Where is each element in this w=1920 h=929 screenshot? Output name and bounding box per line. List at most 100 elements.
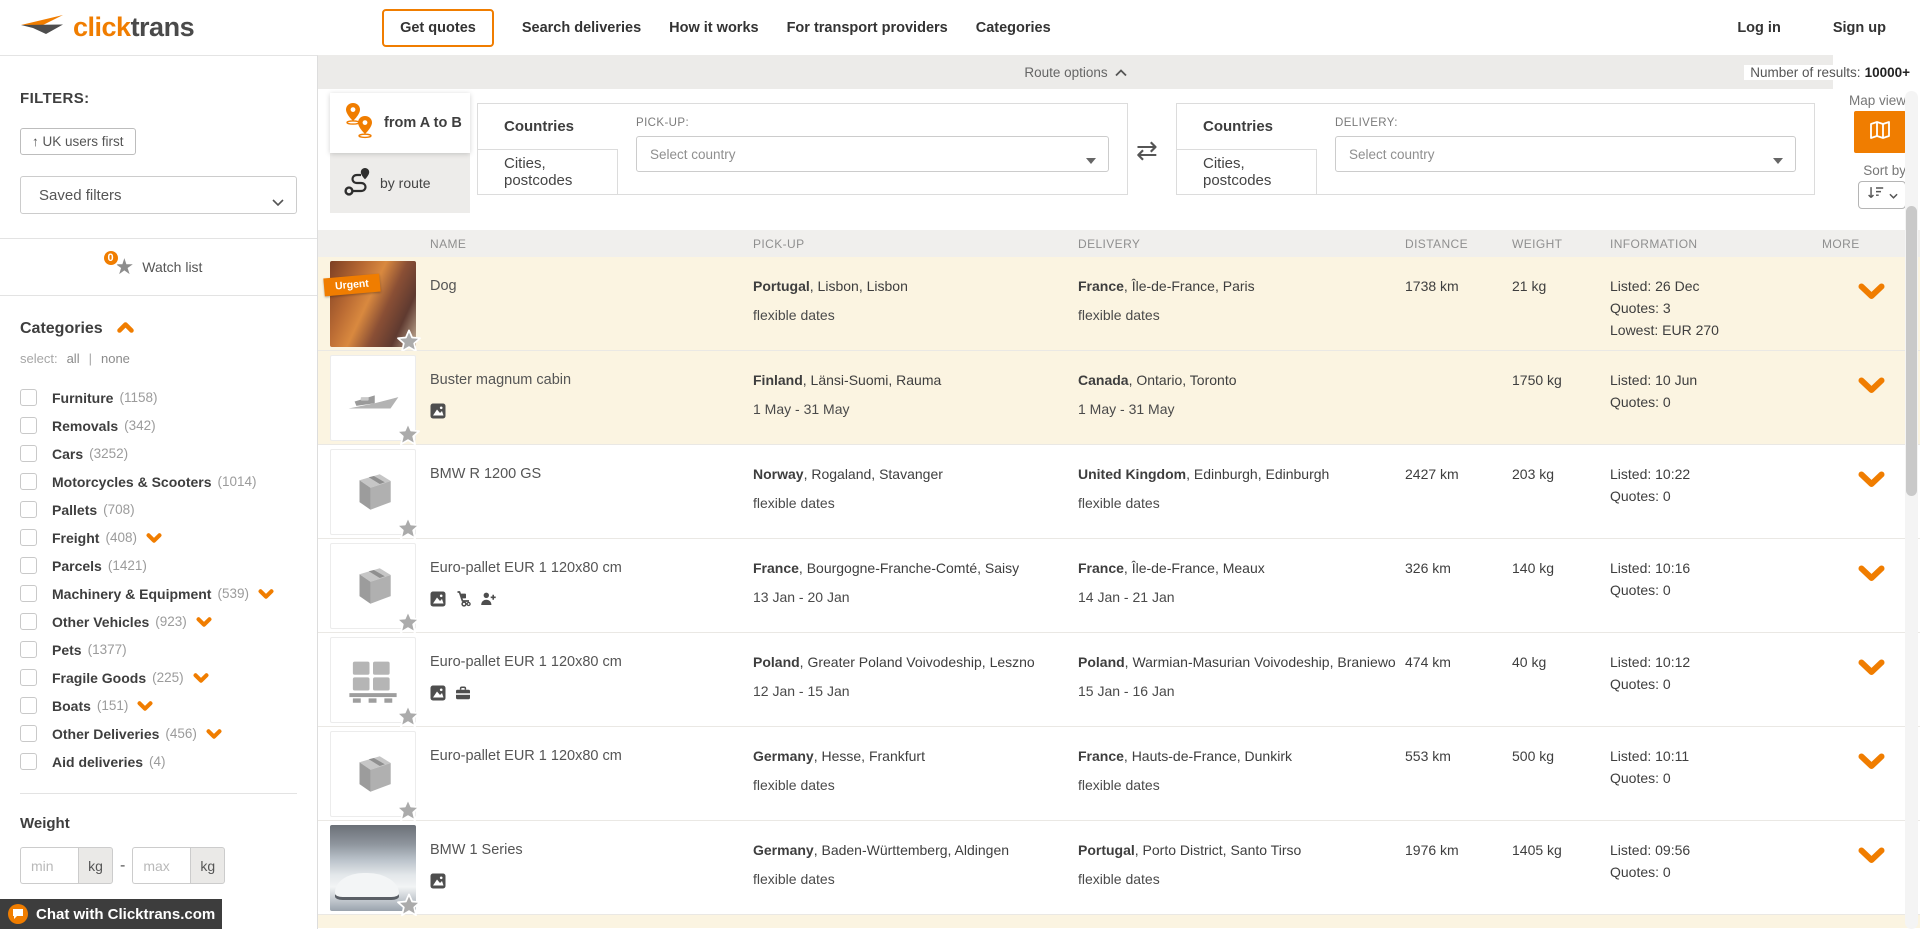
chevron-down-icon[interactable] xyxy=(196,617,212,627)
signup-button[interactable]: Sign up xyxy=(1833,20,1886,36)
table-row[interactable]: Euro-pallet EUR 1 120x80 cm Germany, Hes… xyxy=(318,727,1920,821)
weight-max-input[interactable] xyxy=(132,847,190,884)
category-checkbox[interactable] xyxy=(20,389,37,406)
expand-row-chevron-icon[interactable] xyxy=(1858,565,1885,582)
category-checkbox[interactable] xyxy=(20,557,37,574)
category-checkbox[interactable] xyxy=(20,445,37,462)
uk-users-first-chip[interactable]: ↑ UK users first xyxy=(20,128,136,155)
swap-directions-icon[interactable]: ⇄ xyxy=(1136,137,1158,163)
watchlist-star-icon[interactable] xyxy=(395,515,421,541)
category-checkbox[interactable] xyxy=(20,501,37,518)
nav-for-transport-providers[interactable]: For transport providers xyxy=(787,20,948,36)
login-button[interactable]: Log in xyxy=(1737,20,1781,36)
chevron-down-icon[interactable] xyxy=(146,533,162,543)
listing-name[interactable]: Euro-pallet EUR 1 120x80 cm xyxy=(430,748,753,764)
watchlist-star-icon[interactable] xyxy=(396,892,422,918)
category-checkbox[interactable] xyxy=(20,697,37,714)
chevron-down-icon[interactable] xyxy=(193,673,209,683)
category-checkbox[interactable] xyxy=(20,417,37,434)
category-item[interactable]: Other Deliveries (456) xyxy=(20,720,297,747)
pickup-tab-cities[interactable]: Cities, postcodes xyxy=(478,149,618,195)
nav-how-it-works[interactable]: How it works xyxy=(669,20,758,36)
delivery-tab-cities[interactable]: Cities, postcodes xyxy=(1177,149,1317,195)
listing-name[interactable]: Buster magnum cabin xyxy=(430,372,753,388)
tab-from-a-to-b[interactable]: from A to B xyxy=(330,93,470,153)
category-item[interactable]: Machinery & Equipment (539) xyxy=(20,580,297,607)
scrollbar-thumb[interactable] xyxy=(1906,206,1917,496)
watchlist-star-icon[interactable] xyxy=(395,609,421,635)
category-item[interactable]: Other Vehicles (923) xyxy=(20,608,297,635)
delivery-country-select[interactable]: Select country xyxy=(1335,136,1796,172)
listing-thumbnail[interactable] xyxy=(330,731,416,817)
category-item[interactable]: Pets (1377) xyxy=(20,636,297,663)
listing-thumbnail[interactable] xyxy=(330,355,416,441)
vertical-scrollbar[interactable] xyxy=(1905,91,1918,929)
category-item[interactable]: Motorcycles & Scooters (1014) xyxy=(20,468,297,495)
listing-name[interactable]: BMW 1 Series xyxy=(430,842,753,858)
categories-header[interactable]: Categories xyxy=(20,320,297,338)
chevron-down-icon[interactable] xyxy=(206,729,222,739)
route-options-toggle[interactable]: Route options xyxy=(1024,65,1126,80)
listing-name[interactable]: Euro-pallet EUR 1 120x80 cm xyxy=(430,654,753,670)
watchlist-star-icon[interactable] xyxy=(395,797,421,823)
clicktrans-logo[interactable]: clicktrans xyxy=(20,12,194,43)
nav-categories[interactable]: Categories xyxy=(976,20,1051,36)
listing-name[interactable]: Euro-pallet EUR 1 120x80 cm xyxy=(430,560,753,576)
category-checkbox[interactable] xyxy=(20,613,37,630)
expand-row-chevron-icon[interactable] xyxy=(1858,659,1885,676)
category-checkbox[interactable] xyxy=(20,641,37,658)
category-checkbox[interactable] xyxy=(20,753,37,770)
category-item[interactable]: Aid deliveries (4) xyxy=(20,748,297,775)
select-all-link[interactable]: all xyxy=(67,351,80,366)
listing-thumbnail[interactable] xyxy=(330,449,416,535)
nav-search-deliveries[interactable]: Search deliveries xyxy=(522,20,641,36)
category-item[interactable]: Boats (151) xyxy=(20,692,297,719)
sort-by-button[interactable] xyxy=(1858,181,1906,209)
listing-thumbnail[interactable] xyxy=(330,637,416,723)
category-checkbox[interactable] xyxy=(20,473,37,490)
tab-by-route[interactable]: by route xyxy=(330,153,470,213)
category-item[interactable]: Furniture (1158) xyxy=(20,384,297,411)
watchlist-star-icon[interactable] xyxy=(395,703,421,729)
listing-name[interactable]: Dog xyxy=(430,278,753,294)
category-item[interactable]: Parcels (1421) xyxy=(20,552,297,579)
pickup-country-select[interactable]: Select country xyxy=(636,136,1109,172)
table-row[interactable]: BMW 1 Series Germany, Baden-Württemberg,… xyxy=(318,821,1920,915)
category-checkbox[interactable] xyxy=(20,529,37,546)
table-row[interactable]: Urgent Dog Portugal, Lisbon, Lisbon flex… xyxy=(318,257,1920,351)
saved-filters-select[interactable]: Saved filters xyxy=(20,176,297,214)
watchlist-star-icon[interactable] xyxy=(395,421,421,447)
category-item[interactable]: Freight (408) xyxy=(20,524,297,551)
chevron-down-icon[interactable] xyxy=(258,589,274,599)
chevron-down-icon[interactable] xyxy=(137,701,153,711)
map-view-button[interactable] xyxy=(1854,111,1906,153)
category-checkbox[interactable] xyxy=(20,725,37,742)
delivery-tab-countries[interactable]: Countries xyxy=(1177,104,1317,149)
category-checkbox[interactable] xyxy=(20,585,37,602)
listing-thumbnail[interactable]: Urgent xyxy=(330,261,416,347)
chat-widget[interactable]: Chat with Clicktrans.com xyxy=(0,899,222,929)
expand-row-chevron-icon[interactable] xyxy=(1858,471,1885,488)
watch-list-button[interactable]: ★ 0 Watch list xyxy=(0,239,317,295)
pickup-tab-countries[interactable]: Countries xyxy=(478,104,618,149)
listing-thumbnail[interactable] xyxy=(330,825,416,911)
select-none-link[interactable]: none xyxy=(101,351,130,366)
listing-thumbnail[interactable] xyxy=(330,543,416,629)
expand-row-chevron-icon[interactable] xyxy=(1858,753,1885,770)
category-item[interactable]: Pallets (708) xyxy=(20,496,297,523)
table-row[interactable]: Buster magnum cabin Finland, Länsi-Suomi… xyxy=(318,351,1920,445)
expand-row-chevron-icon[interactable] xyxy=(1858,377,1885,394)
table-row[interactable]: Euro-pallet EUR 1 120x80 cm France, Bour… xyxy=(318,539,1920,633)
category-item[interactable]: Cars (3252) xyxy=(20,440,297,467)
thumbnail-cell: Urgent xyxy=(330,257,430,350)
table-row[interactable]: BMW R 1200 GS Norway, Rogaland, Stavange… xyxy=(318,445,1920,539)
nav-get-quotes[interactable]: Get quotes xyxy=(382,9,494,47)
expand-row-chevron-icon[interactable] xyxy=(1858,847,1885,864)
listing-name[interactable]: BMW R 1200 GS xyxy=(430,466,753,482)
category-item[interactable]: Fragile Goods (225) xyxy=(20,664,297,691)
weight-min-input[interactable] xyxy=(20,847,78,884)
expand-row-chevron-icon[interactable] xyxy=(1858,283,1885,300)
category-item[interactable]: Removals (342) xyxy=(20,412,297,439)
table-row[interactable]: Euro-pallet EUR 1 120x80 cm Poland, Grea… xyxy=(318,633,1920,727)
category-checkbox[interactable] xyxy=(20,669,37,686)
